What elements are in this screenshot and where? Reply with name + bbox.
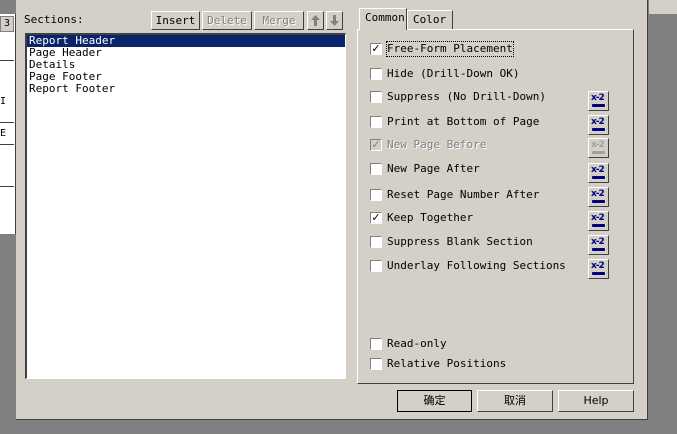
formula-button-keep-together[interactable]: x-2 bbox=[588, 211, 609, 231]
pencil-icon bbox=[592, 248, 605, 251]
common-tab-panel: ✓ Free-Form Placement Hide (Drill-Down O… bbox=[357, 29, 634, 384]
pencil-icon bbox=[592, 176, 605, 179]
option-label: Hide (Drill-Down OK) bbox=[387, 67, 520, 80]
background-divider bbox=[0, 186, 14, 187]
background-window-edge bbox=[649, 0, 677, 14]
pencil-icon bbox=[592, 200, 605, 203]
formula-icon: x-2 bbox=[591, 140, 605, 150]
checkbox[interactable]: ✓ bbox=[370, 139, 382, 151]
arrow-down-icon bbox=[330, 15, 339, 26]
background-letter: I bbox=[0, 96, 7, 107]
section-expert-dialog: Sections: Insert Delete Merge Report Hea… bbox=[16, 0, 648, 420]
tab-common[interactable]: Common bbox=[359, 8, 407, 30]
checkbox[interactable] bbox=[370, 260, 382, 272]
background-tab-number: 3 bbox=[0, 16, 14, 32]
delete-button[interactable]: Delete bbox=[202, 11, 252, 30]
formula-icon: x-2 bbox=[591, 213, 605, 223]
cancel-button[interactable]: 取消 bbox=[477, 390, 553, 412]
formula-button-suppress[interactable]: x-2 bbox=[588, 91, 609, 111]
checkbox[interactable] bbox=[370, 236, 382, 248]
pencil-icon bbox=[592, 104, 605, 107]
checkbox[interactable] bbox=[370, 338, 382, 350]
option-label: Relative Positions bbox=[387, 357, 507, 370]
pencil-icon bbox=[592, 224, 605, 227]
sections-label: Sections: bbox=[24, 13, 84, 26]
option-label: Print at Bottom of Page bbox=[387, 115, 540, 128]
formula-icon: x-2 bbox=[591, 93, 605, 103]
arrow-up-icon bbox=[311, 15, 320, 26]
move-up-button[interactable] bbox=[307, 11, 324, 30]
formula-button-underlay-following[interactable]: x-2 bbox=[588, 259, 609, 279]
background-divider bbox=[0, 60, 14, 61]
pencil-icon bbox=[592, 128, 605, 131]
list-item[interactable]: Report Footer bbox=[27, 83, 345, 95]
formula-button-print-at-bottom[interactable]: x-2 bbox=[588, 115, 609, 135]
checkbox[interactable] bbox=[370, 189, 382, 201]
formula-button-suppress-blank[interactable]: x-2 bbox=[588, 235, 609, 255]
option-label: Underlay Following Sections bbox=[387, 259, 566, 272]
background-divider bbox=[0, 144, 14, 145]
insert-button[interactable]: Insert bbox=[151, 11, 200, 30]
formula-icon: x-2 bbox=[591, 237, 605, 247]
formula-icon: x-2 bbox=[591, 261, 605, 271]
formula-button-new-page-after[interactable]: x-2 bbox=[588, 163, 609, 183]
background-letter: E bbox=[0, 128, 7, 139]
tab-color[interactable]: Color bbox=[407, 10, 453, 29]
checkbox[interactable] bbox=[370, 358, 382, 370]
sections-list[interactable]: Report Header Page Header Details Page F… bbox=[25, 33, 346, 379]
option-label: Suppress (No Drill-Down) bbox=[387, 90, 546, 103]
checkbox[interactable] bbox=[370, 116, 382, 128]
pencil-icon bbox=[592, 151, 605, 154]
formula-icon: x-2 bbox=[591, 189, 605, 199]
option-label: Suppress Blank Section bbox=[387, 235, 533, 248]
merge-button[interactable]: Merge bbox=[254, 11, 304, 30]
option-label: Free-Form Placement bbox=[386, 41, 514, 57]
option-label: Reset Page Number After bbox=[387, 188, 540, 201]
option-label: New Page Before bbox=[387, 138, 487, 151]
formula-icon: x-2 bbox=[591, 117, 605, 127]
help-button[interactable]: Help bbox=[558, 390, 634, 412]
background-divider bbox=[0, 122, 14, 123]
checkbox[interactable]: ✓ bbox=[370, 212, 382, 224]
background-report-canvas bbox=[0, 14, 16, 234]
checkbox[interactable]: ✓ bbox=[370, 43, 382, 55]
option-label: New Page After bbox=[387, 162, 480, 175]
checkbox[interactable] bbox=[370, 68, 382, 80]
move-down-button[interactable] bbox=[326, 11, 343, 30]
checkbox[interactable] bbox=[370, 163, 382, 175]
formula-button-reset-page-number[interactable]: x-2 bbox=[588, 187, 609, 207]
option-label: Read-only bbox=[387, 337, 447, 350]
pencil-icon bbox=[592, 272, 605, 275]
checkbox[interactable] bbox=[370, 91, 382, 103]
option-label: Keep Together bbox=[387, 211, 474, 224]
formula-icon: x-2 bbox=[591, 165, 605, 175]
formula-button-new-page-before[interactable]: x-2 bbox=[588, 138, 609, 158]
ok-button[interactable]: 确定 bbox=[397, 390, 472, 412]
